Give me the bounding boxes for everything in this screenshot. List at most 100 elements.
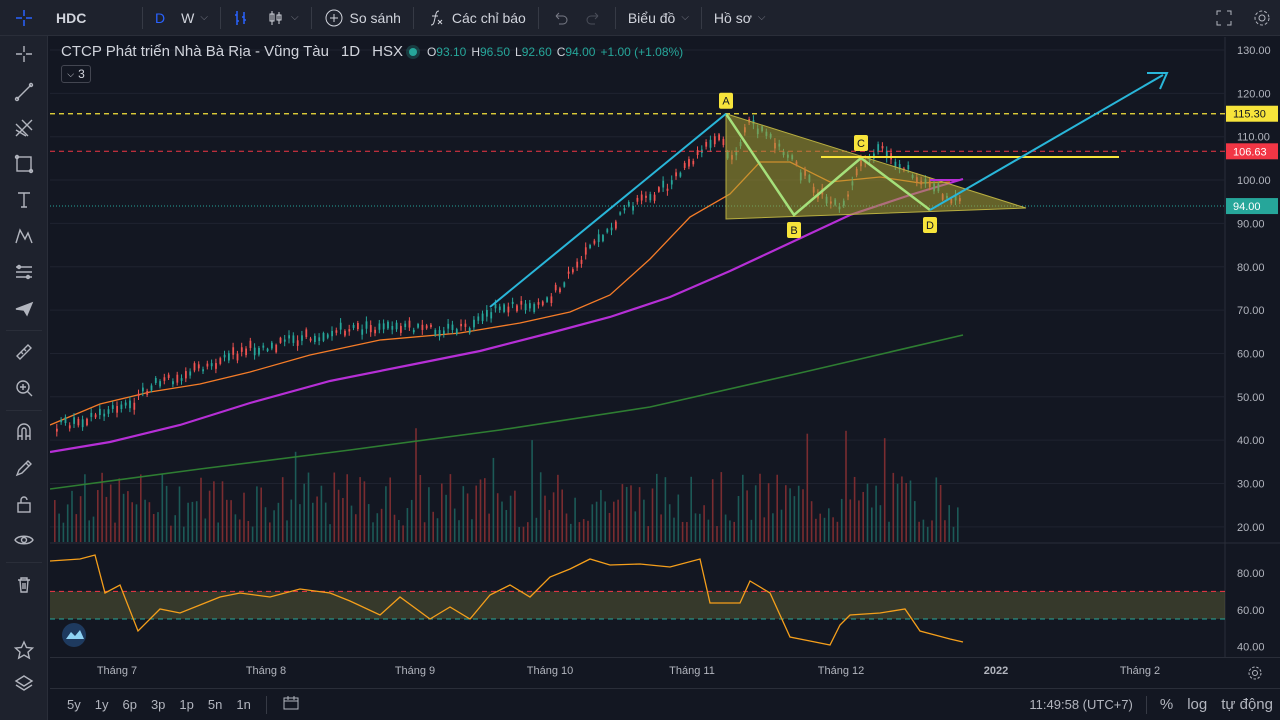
rectangle-icon — [14, 154, 34, 174]
volume-bar — [703, 505, 705, 542]
bar-style-button[interactable] — [225, 0, 259, 36]
candle-body — [99, 408, 101, 416]
candle-body — [86, 418, 88, 426]
interval-w-button[interactable]: W ⌵ — [173, 0, 216, 36]
favorites-tool[interactable] — [0, 634, 48, 666]
symbol-search[interactable]: HDC — [48, 0, 138, 36]
volume-bar — [183, 526, 185, 542]
gear-icon — [1248, 666, 1262, 680]
magnet-tool[interactable] — [0, 416, 48, 448]
candle-body — [627, 201, 630, 206]
compare-label: So sánh — [349, 9, 401, 26]
indicators-button[interactable]: Các chỉ báo — [418, 0, 534, 36]
candle-body — [331, 330, 333, 337]
candle-body — [438, 330, 441, 337]
crosshair-menu[interactable] — [0, 0, 48, 36]
volume-bar — [75, 514, 78, 542]
undo-button[interactable] — [543, 0, 577, 36]
candle-body — [516, 305, 518, 312]
prediction-tool[interactable] — [0, 256, 48, 288]
range-3m-button[interactable]: 3p — [144, 697, 172, 712]
auto-scale-button[interactable]: tự động — [1214, 696, 1280, 713]
volume-bar — [944, 520, 946, 542]
volume-bar — [793, 496, 796, 542]
candle-body — [546, 297, 548, 302]
volume-bar — [858, 500, 860, 542]
volume-bar — [720, 472, 723, 542]
range-5y-button[interactable]: 5y — [60, 697, 88, 712]
chart-menu-button[interactable]: Biểu đồ ⌵ — [620, 0, 697, 36]
candle-body — [576, 261, 579, 268]
object-tree-tool[interactable] — [0, 668, 48, 700]
remove-drawings-tool[interactable] — [0, 568, 48, 600]
candle-body — [322, 333, 325, 341]
range-5d-button[interactable]: 5n — [201, 697, 229, 712]
snapshot-button[interactable] — [1244, 0, 1280, 36]
range-1m-button[interactable]: 1p — [172, 697, 200, 712]
volume-bar — [772, 513, 774, 542]
range-6m-button[interactable]: 6p — [115, 697, 143, 712]
volume-bar — [711, 479, 714, 542]
volume-bar — [269, 522, 271, 542]
fullscreen-icon — [1216, 10, 1232, 25]
percent-scale-button[interactable]: % — [1153, 696, 1180, 713]
candles-icon — [269, 10, 282, 25]
volume-bar — [853, 476, 856, 542]
candle-body — [77, 418, 80, 426]
candle-body — [645, 195, 647, 198]
rsi-tick-label: 80.00 — [1237, 568, 1265, 580]
volume-bar — [651, 488, 654, 542]
interval-d-button[interactable]: D — [147, 0, 173, 36]
volume-bar — [337, 489, 340, 542]
clock-label[interactable]: 11:49:58 (UTC+7) — [1022, 697, 1139, 712]
redo-button[interactable] — [577, 0, 611, 36]
volume-bar — [527, 522, 529, 542]
text-tool[interactable] — [0, 184, 48, 216]
icon-tool[interactable] — [0, 292, 48, 324]
candle-body — [593, 240, 596, 244]
indicators-collapse-button[interactable]: ⌵ 3 — [61, 65, 91, 83]
toolbar-divider — [6, 330, 42, 331]
price-chart[interactable]: 130.00 120.00 110.00 100.00 90.00 80.00 70.00 6… — [50, 37, 1280, 657]
volume-bar — [277, 502, 280, 542]
price-tick-label: 40.00 — [1237, 435, 1265, 447]
trend-line-tool[interactable] — [0, 76, 48, 108]
lock-tool[interactable] — [0, 488, 48, 520]
price-tick-label: 120.00 — [1237, 88, 1271, 100]
volume-bar — [625, 486, 628, 542]
fullscreen-button[interactable] — [1204, 0, 1244, 36]
time-label: Tháng 12 — [817, 665, 865, 677]
pattern-tool[interactable] — [0, 220, 48, 252]
axis-settings-button[interactable] — [1247, 665, 1263, 684]
candle-body — [120, 404, 123, 410]
range-1y-button[interactable]: 1y — [88, 697, 116, 712]
volume-bar — [178, 486, 181, 542]
draw-mode-tool[interactable] — [0, 452, 48, 484]
fib-tool[interactable] — [0, 112, 48, 144]
close-value: 94.00 — [565, 44, 596, 59]
volume-bar — [303, 483, 305, 542]
volume-bar — [428, 487, 430, 542]
compare-button[interactable]: So sánh — [316, 0, 409, 36]
candle-style-button[interactable]: ⌵ — [259, 0, 307, 36]
crosshair-tool[interactable] — [0, 38, 48, 70]
profile-menu-button[interactable]: Hồ sơ ⌵ — [706, 0, 774, 36]
range-1d-button[interactable]: 1n — [229, 697, 257, 712]
time-axis[interactable]: Tháng 7 Tháng 8 Tháng 9 Tháng 10 Tháng 1… — [50, 657, 1280, 688]
bottom-toolbar: 5y 1y 6p 3p 1p 5n 1n 11:49:58 (UTC+7) % … — [50, 688, 1280, 720]
candle-body — [640, 194, 643, 201]
candle-body — [236, 353, 239, 361]
ruler-tool[interactable] — [0, 336, 48, 368]
low-value: 92.60 — [521, 44, 552, 59]
zoom-tool[interactable] — [0, 372, 48, 404]
candle-body — [572, 269, 574, 273]
candle-body — [206, 363, 209, 367]
visibility-tool[interactable] — [0, 524, 48, 556]
volume-bar — [926, 526, 929, 542]
volume-bar — [299, 504, 301, 542]
chart-pane[interactable]: 130.00 120.00 110.00 100.00 90.00 80.00 70.00 6… — [50, 37, 1280, 657]
shape-tool[interactable] — [0, 148, 48, 180]
go-to-date-button[interactable] — [275, 695, 307, 714]
log-scale-button[interactable]: log — [1180, 696, 1214, 713]
candle-body — [296, 340, 299, 346]
